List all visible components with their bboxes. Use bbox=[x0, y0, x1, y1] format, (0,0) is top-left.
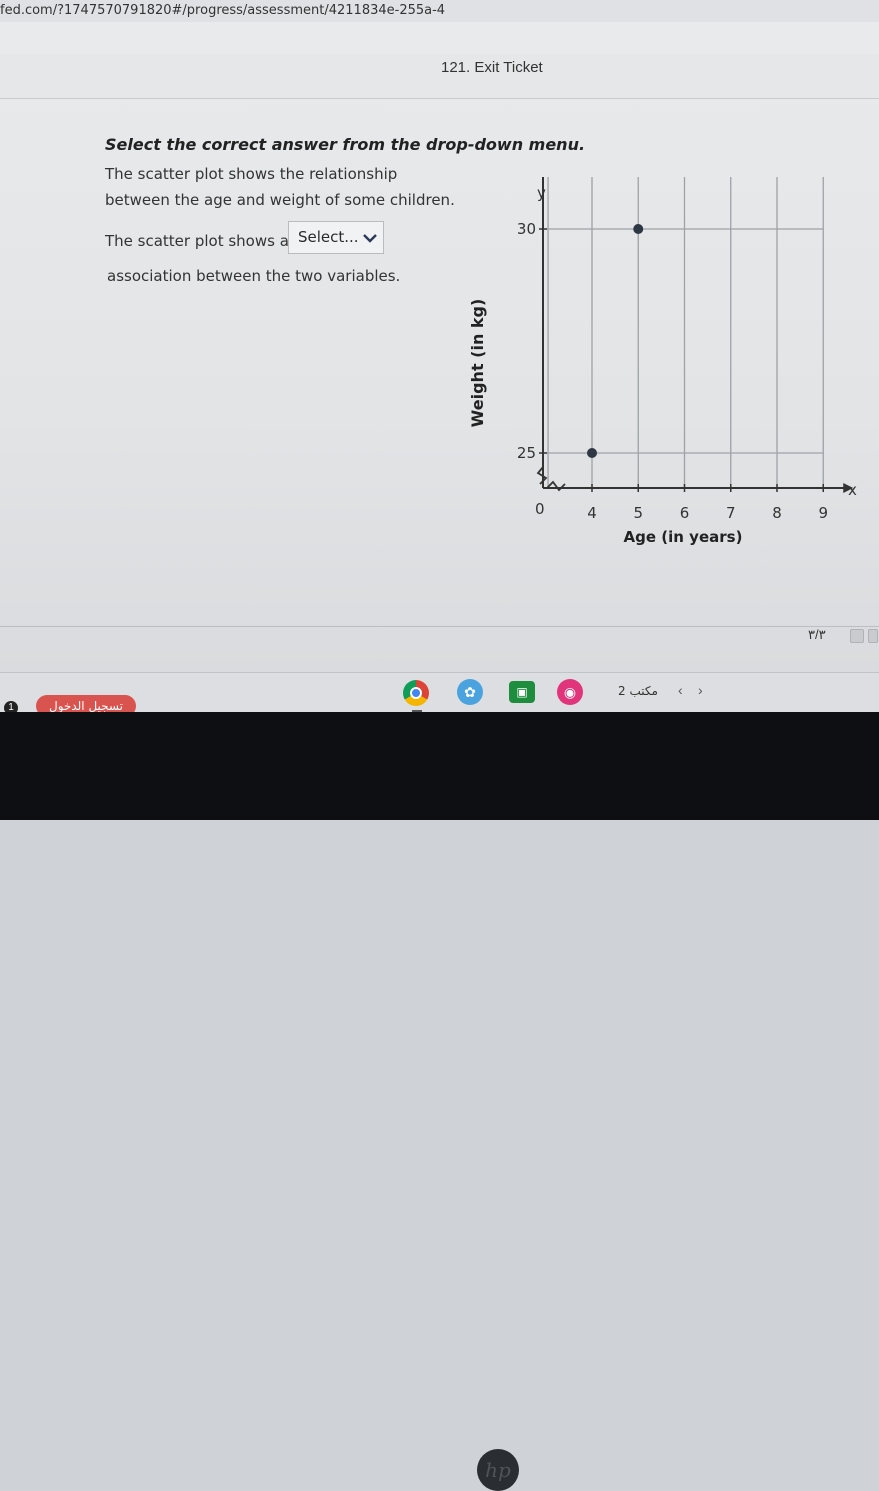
y-tick-label: 30 bbox=[517, 220, 536, 238]
nav-square-button[interactable] bbox=[850, 629, 864, 643]
origin-label: 0 bbox=[535, 500, 545, 518]
url-text: fed.com/?1747570791820#/progress/assessm… bbox=[0, 3, 446, 18]
answer-dropdown[interactable]: Select... bbox=[288, 221, 384, 254]
x-axis-letter: x bbox=[848, 481, 857, 499]
hp-logo: hp bbox=[477, 1449, 519, 1491]
x-tick-label: 7 bbox=[726, 504, 736, 522]
x-tick-label: 4 bbox=[587, 504, 597, 522]
footer-divider bbox=[0, 626, 879, 627]
question-line-4: association between the two variables. bbox=[107, 267, 401, 285]
x-tick-label: 8 bbox=[772, 504, 782, 522]
nav-square-button-2[interactable] bbox=[868, 629, 878, 643]
classroom-icon[interactable]: ▣ bbox=[509, 681, 535, 703]
photos-icon[interactable]: ✿ bbox=[457, 679, 483, 705]
question-line-3: The scatter plot shows a bbox=[105, 232, 289, 250]
chart-axes bbox=[536, 177, 854, 493]
chevron-right-icon[interactable]: › bbox=[698, 682, 703, 698]
chevron-down-icon bbox=[363, 234, 377, 243]
question-line-1: The scatter plot shows the relationship bbox=[105, 165, 398, 183]
chevron-left-icon[interactable]: ‹ bbox=[678, 682, 683, 698]
data-point bbox=[587, 448, 597, 458]
title-strip bbox=[0, 54, 879, 99]
address-bar[interactable]: fed.com/?1747570791820#/progress/assessm… bbox=[0, 0, 879, 22]
assessment-page: 121. Exit Ticket Select the correct answ… bbox=[0, 22, 879, 672]
instruction-text: Select the correct answer from the drop-… bbox=[105, 135, 586, 154]
question-line-2: between the age and weight of some child… bbox=[105, 191, 455, 209]
y-axis-letter: y bbox=[537, 184, 546, 202]
x-tick-label: 9 bbox=[818, 504, 828, 522]
dropdown-selected-value: Select... bbox=[298, 228, 359, 246]
desk-label[interactable]: 2 مكتب bbox=[618, 684, 658, 698]
y-tick-label: 25 bbox=[517, 444, 536, 462]
x-axis-label: Age (in years) bbox=[624, 528, 743, 546]
chrome-icon[interactable] bbox=[403, 680, 429, 706]
taskbar: 1 تسجيل الدخول ✿ ▣ ◉ 2 مكتب ‹ › bbox=[0, 672, 879, 717]
palette-icon[interactable]: ◉ bbox=[557, 679, 583, 705]
x-tick-label: 6 bbox=[680, 504, 690, 522]
x-tick-label: 5 bbox=[633, 504, 643, 522]
y-axis-break bbox=[536, 466, 548, 485]
chart-grid bbox=[543, 177, 824, 488]
y-axis-label: Weight (in kg) bbox=[468, 299, 487, 428]
page-title: 121. Exit Ticket bbox=[441, 59, 543, 76]
page-count: ٣/٣ bbox=[808, 627, 826, 642]
scatter-plot: 253035404550456789 y x 0 Age (in years) … bbox=[468, 177, 857, 546]
data-point bbox=[633, 224, 644, 234]
monitor-bezel: hp bbox=[0, 712, 879, 1491]
